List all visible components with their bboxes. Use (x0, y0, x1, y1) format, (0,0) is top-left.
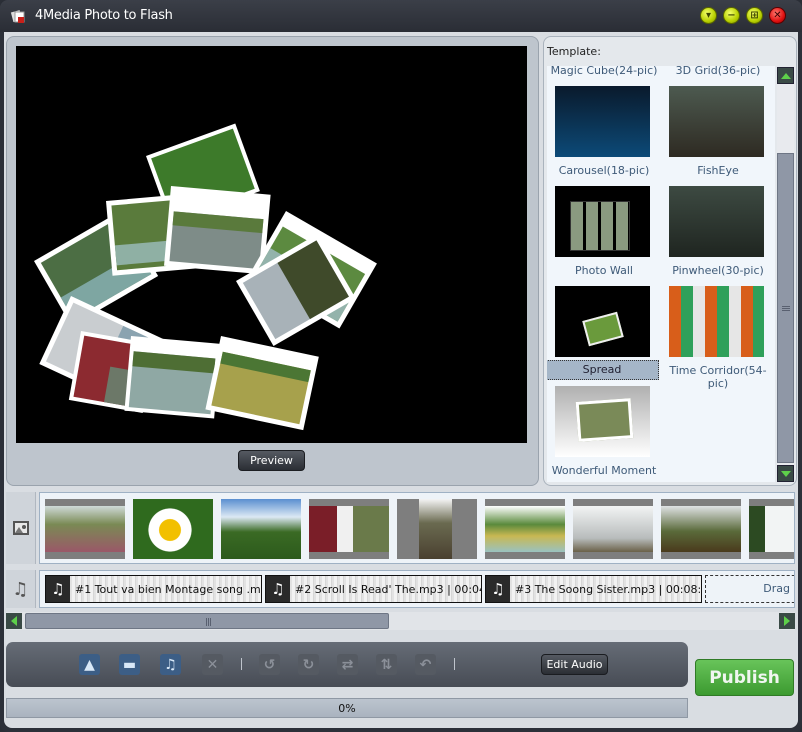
audio-clip-label: #2 Scroll Is Read' The.mp3 | 00:04:10 (295, 582, 481, 596)
audio-clip-label: #3 The Soong Sister.mp3 | 00:08:22 (515, 582, 702, 596)
add-music-button[interactable]: ♫ (160, 654, 181, 675)
window-title: 4Media Photo to Flash (35, 8, 173, 23)
arrow-up-icon (780, 72, 791, 79)
music-note-icon: ♫ (486, 576, 510, 602)
photo-collage (34, 123, 377, 431)
scroll-right-button[interactable] (779, 613, 795, 629)
scrollbar-thumb[interactable] (777, 153, 794, 463)
music-note-icon: ♫ (46, 576, 70, 602)
folder-icon: ▬ (122, 656, 137, 673)
app-window: 4Media Photo to Flash ▾ − ⊞ ✕ Preview Te… (0, 0, 802, 732)
template-name: Wonderful Moment (551, 464, 657, 477)
music-note-icon: ♫ (266, 576, 290, 602)
progress-bar: 0% (6, 698, 688, 718)
template-thumbnail (555, 86, 650, 157)
rotate-left-button[interactable]: ↺ (259, 654, 280, 675)
audio-timeline[interactable]: ♫ #1 Tout va bien Montage song .mp3 | 00… (39, 570, 795, 608)
publish-button[interactable]: Publish (695, 659, 794, 696)
arrow-left-icon (11, 616, 17, 626)
template-thumbnail (555, 286, 650, 357)
template-list[interactable]: Magic Cube(24-pic) 3D Grid(36-pic) Carou… (547, 66, 775, 482)
photo-thumbnail[interactable] (485, 499, 565, 559)
progress-label: 0% (338, 701, 356, 715)
template-name: Pinwheel(30-pic) (672, 264, 764, 277)
photo-thumbnail[interactable] (661, 499, 741, 559)
undo-button[interactable]: ↶ (415, 654, 436, 675)
arrow-right-icon (784, 616, 790, 626)
audio-drop-zone[interactable]: Drag (705, 575, 794, 603)
audio-clip[interactable]: ♫ #2 Scroll Is Read' The.mp3 | 00:04:10 (265, 575, 482, 603)
scroll-down-button[interactable] (777, 465, 794, 482)
scroll-up-button[interactable] (777, 67, 794, 84)
audio-clip[interactable]: ♫ #1 Tout va bien Montage song .mp3 | 00… (45, 575, 262, 603)
delete-button[interactable]: ✕ (202, 654, 223, 675)
rotate-right-icon: ↻ (302, 656, 315, 673)
timeline-scrollbar[interactable] (6, 612, 795, 630)
photo-track-header (6, 492, 36, 564)
toolbar-separator (454, 658, 455, 670)
swap-icon: ⇄ (341, 656, 354, 673)
photo-thumbnail[interactable] (133, 499, 213, 559)
template-scrollbar[interactable] (777, 67, 794, 482)
photo-thumbnail[interactable] (309, 499, 389, 559)
template-name: Magic Cube(24-pic) (550, 66, 658, 77)
rotate-left-icon: ↺ (263, 656, 276, 673)
edit-audio-button[interactable]: Edit Audio (541, 654, 608, 675)
sort-icon: ⇅ (380, 656, 393, 673)
template-label: Template: (547, 45, 601, 58)
scrollbar-thumb[interactable] (25, 613, 389, 629)
rotate-right-button[interactable]: ↻ (298, 654, 319, 675)
toolbar-separator (241, 658, 242, 670)
template-thumbnail (555, 186, 650, 257)
photo-thumbnail[interactable] (573, 499, 653, 559)
template-name: Spread (547, 360, 659, 380)
swap-button[interactable]: ⇄ (337, 654, 358, 675)
title-bar: 4Media Photo to Flash ▾ − ⊞ ✕ (0, 0, 802, 32)
image-icon (12, 521, 29, 535)
maximize-button[interactable]: ⊞ (746, 7, 763, 24)
spread-animation-preview (34, 123, 377, 431)
template-name: 3D Grid(36-pic) (675, 66, 761, 77)
template-thumbnail (669, 186, 764, 257)
add-folder-button[interactable]: ▬ (119, 654, 140, 675)
preview-button[interactable]: Preview (238, 450, 305, 471)
close-button[interactable]: ✕ (769, 7, 786, 24)
add-photo-button[interactable]: ▲ (79, 654, 100, 675)
audio-clip[interactable]: ♫ #3 The Soong Sister.mp3 | 00:08:22 (485, 575, 702, 603)
scroll-left-button[interactable] (6, 613, 22, 629)
dropdown-button[interactable]: ▾ (700, 7, 717, 24)
add-photo-icon: ▲ (84, 656, 95, 673)
arrow-down-icon (780, 470, 791, 477)
template-thumbnail (669, 286, 764, 357)
audio-track-header: ♫ (6, 570, 36, 608)
photo-thumbnail[interactable] (397, 499, 477, 559)
chevron-down-icon: ▾ (705, 10, 712, 21)
music-note-icon: ♫ (164, 656, 177, 673)
template-name: Time Corridor(54-pic) (669, 364, 767, 390)
music-note-icon: ♫ (12, 578, 29, 600)
template-thumbnail (555, 386, 650, 457)
close-icon: ✕ (773, 10, 782, 21)
preview-stage (16, 46, 527, 443)
photo-thumbnail[interactable] (45, 499, 125, 559)
template-name: FishEye (697, 164, 739, 177)
app-logo-icon (10, 10, 25, 23)
maximize-icon: ⊞ (750, 10, 759, 21)
sort-button[interactable]: ⇅ (376, 654, 397, 675)
minimize-button[interactable]: − (723, 7, 740, 24)
photo-timeline[interactable] (39, 492, 795, 564)
photo-thumbnail[interactable] (749, 499, 794, 559)
delete-icon: ✕ (206, 656, 219, 673)
audio-clip-label: #1 Tout va bien Montage song .mp3 | 00: (75, 582, 261, 596)
template-name: Photo Wall (575, 264, 633, 277)
minimize-icon: − (727, 10, 736, 21)
photo-thumbnail[interactable] (221, 499, 301, 559)
template-thumbnail (669, 86, 764, 157)
undo-icon: ↶ (419, 656, 432, 673)
template-name: Carousel(18-pic) (558, 164, 650, 177)
